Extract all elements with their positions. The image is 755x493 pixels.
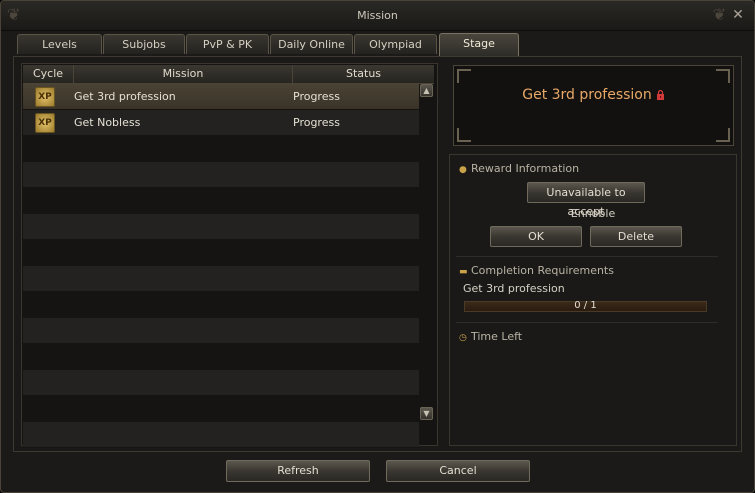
empty-row	[23, 318, 419, 344]
tab-levels[interactable]: Levels	[17, 34, 102, 54]
list-scrollbar[interactable]: ▲ ▼	[420, 84, 434, 423]
title-bar[interactable]: ❦ Mission ❦ ✕	[1, 1, 754, 31]
reward-heading-label: Reward Information	[471, 162, 580, 175]
column-header-cycle[interactable]: Cycle	[23, 65, 74, 84]
table-row[interactable]: XP Get 3rd profession Progress	[23, 84, 419, 110]
empty-row	[23, 396, 419, 422]
title-ornament-right-icon: ❦	[712, 5, 726, 24]
tab-olympiad[interactable]: Olympiad	[354, 34, 437, 54]
frame-corner-icon	[716, 69, 730, 83]
mission-name: Get Nobless	[74, 116, 141, 129]
frame-corner-icon	[457, 128, 471, 142]
xp-cycle-icon: XP	[35, 87, 55, 107]
empty-row	[23, 188, 419, 214]
tab-subjobs[interactable]: Subjobs	[103, 34, 185, 54]
empty-row	[23, 136, 419, 162]
mission-rows: XP Get 3rd profession Progress XP Get No…	[23, 84, 419, 448]
tab-daily-online[interactable]: Daily Online	[270, 34, 353, 54]
table-header: Cycle Mission Status	[23, 65, 434, 84]
mission-detail-header: Get 3rd profession	[453, 65, 734, 146]
delete-button[interactable]: Delete	[590, 226, 682, 247]
empty-row	[23, 162, 419, 188]
clock-icon: ◷	[459, 333, 467, 343]
requirement-text: Get 3rd profession	[463, 282, 565, 295]
empty-row	[23, 370, 419, 396]
mission-status: Progress	[293, 90, 340, 103]
unavailable-to-accept-button[interactable]: Unavailable to accept	[527, 182, 645, 218]
completion-heading-label: Completion Requirements	[471, 264, 614, 277]
close-icon[interactable]: ✕	[730, 7, 746, 23]
refresh-button[interactable]: Refresh	[226, 460, 370, 482]
mission-status: Progress	[293, 116, 340, 129]
mission-window: ❦ Mission ❦ ✕ Levels Subjobs PvP & PK Da…	[0, 0, 755, 493]
xp-cycle-icon: XP	[35, 113, 55, 133]
tab-stage[interactable]: Stage	[439, 33, 519, 56]
detail-title: Get 3rd profession	[522, 87, 652, 103]
column-header-mission[interactable]: Mission	[74, 65, 293, 84]
ok-button[interactable]: OK	[490, 226, 582, 247]
time-left-section-heading: ◷ Time Left	[459, 330, 522, 343]
reward-section-heading: ● Reward Information	[459, 162, 579, 175]
empty-row	[23, 292, 419, 318]
empty-row	[23, 214, 419, 240]
lock-icon	[656, 90, 664, 100]
table-row[interactable]: XP Get Nobless Progress	[23, 110, 419, 136]
time-left-label: Time Left	[471, 330, 523, 343]
mission-info-panel: ● Reward Information Unavailable to accep…	[449, 154, 737, 446]
completion-progress-bar: 0 / 1	[464, 300, 707, 312]
mission-name: Get 3rd profession	[74, 90, 176, 103]
reward-bag-icon: ●	[459, 165, 467, 175]
mission-list-panel: Cycle Mission Status XP Get 3rd professi…	[21, 63, 438, 448]
cancel-button[interactable]: Cancel	[386, 460, 530, 482]
divider	[456, 256, 718, 257]
detail-title-wrap: Get 3rd profession	[454, 87, 733, 103]
empty-row	[23, 344, 419, 370]
completion-section-heading: ▬ Completion Requirements	[459, 264, 614, 277]
empty-row	[23, 266, 419, 292]
reward-text: Ennoble	[570, 207, 616, 220]
window-title: Mission	[357, 9, 398, 22]
progress-label: 0 / 1	[574, 300, 597, 311]
empty-row	[23, 422, 419, 448]
empty-row	[23, 240, 419, 266]
column-header-status[interactable]: Status	[293, 65, 434, 84]
frame-corner-icon	[457, 69, 471, 83]
scroll-down-icon[interactable]: ▼	[420, 407, 433, 420]
scroll-up-icon[interactable]: ▲	[420, 84, 433, 97]
tab-pvp-pk[interactable]: PvP & PK	[186, 34, 269, 54]
divider	[456, 322, 718, 323]
frame-corner-icon	[716, 128, 730, 142]
scroll-icon: ▬	[459, 267, 468, 277]
